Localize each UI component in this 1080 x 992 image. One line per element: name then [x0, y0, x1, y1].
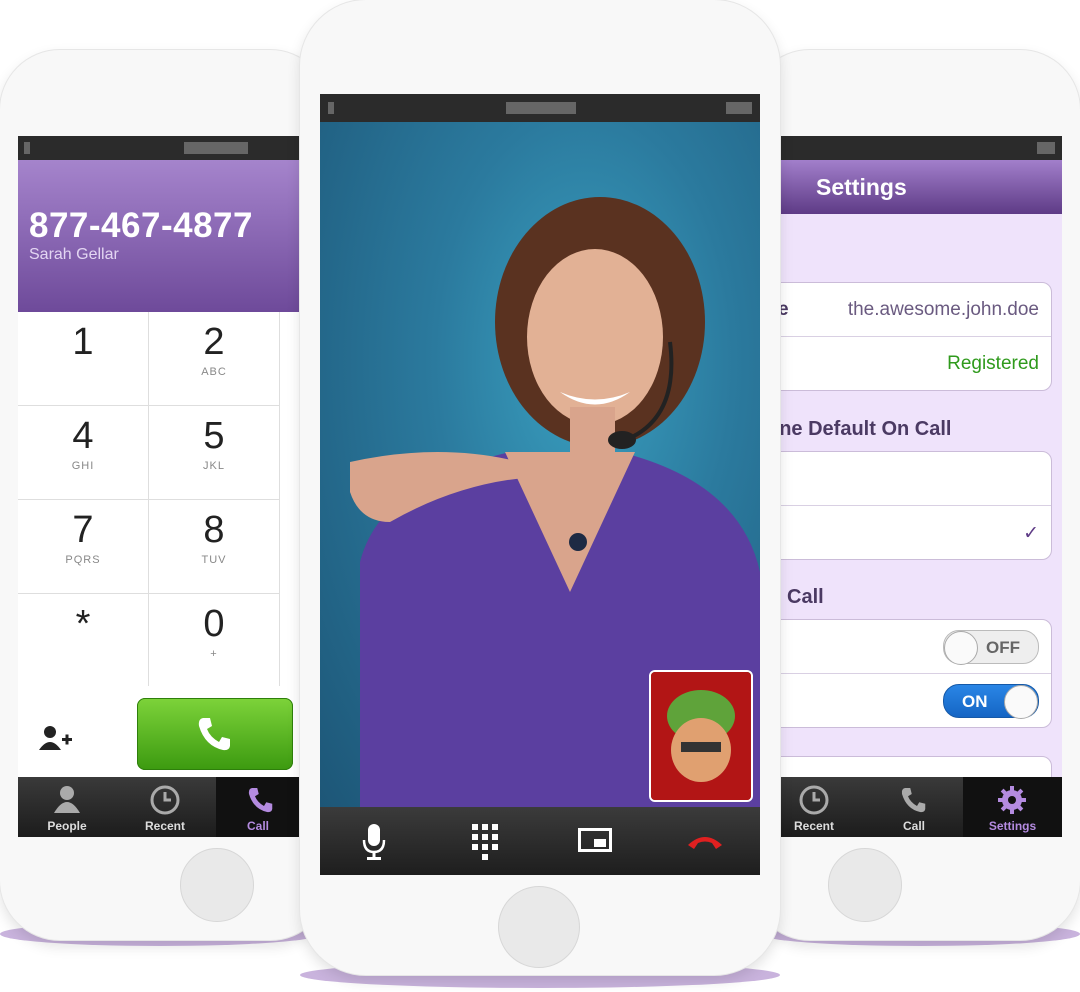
checkmark-icon: ✓: [1023, 523, 1039, 544]
call-controls: [320, 807, 760, 875]
home-button[interactable]: [828, 848, 902, 922]
tab-people[interactable]: People: [18, 777, 116, 837]
settings-title: Settings: [816, 174, 907, 200]
status-row: Registered: [779, 337, 1051, 390]
video-call-screen: [320, 94, 760, 875]
status-bar: [18, 136, 300, 160]
tab-bar: Recent Call Settings: [779, 777, 1062, 837]
home-button[interactable]: [498, 886, 580, 968]
hang-up-icon[interactable]: [686, 831, 724, 856]
tab-bar: People Recent Call: [18, 777, 300, 837]
keypad-icon[interactable]: [472, 824, 500, 865]
key-0[interactable]: 0 +: [149, 594, 280, 688]
clock-icon: [799, 785, 829, 815]
key-7[interactable]: 7 PQRS: [18, 500, 149, 594]
status-bar: [320, 94, 760, 122]
option-row[interactable]: [779, 452, 1051, 506]
call-toggles-group: OFF ON: [779, 619, 1052, 728]
section-call: Call: [787, 586, 824, 608]
tab-recent[interactable]: Recent: [116, 777, 214, 837]
self-view-thumbnail[interactable]: [649, 670, 753, 802]
key-2[interactable]: 2 ABC: [149, 312, 280, 406]
call-button[interactable]: [137, 698, 293, 770]
settings-screen: Settings e the.awesome.john.doe Register…: [779, 136, 1062, 837]
account-group: e the.awesome.john.doe Registered: [779, 282, 1052, 391]
phone-icon: [901, 788, 926, 813]
username-value: the.awesome.john.doe: [847, 299, 1039, 320]
person-icon: [54, 786, 80, 813]
right-phone: Settings e the.awesome.john.doe Register…: [750, 50, 1080, 940]
tab-recent[interactable]: Recent: [779, 777, 849, 837]
section-default-on-call: one Default On Call: [779, 418, 952, 440]
gear-icon: [998, 786, 1026, 814]
key-5[interactable]: 5 JKL: [149, 406, 280, 500]
contact-name: Sarah Gellar: [29, 246, 119, 263]
phone-icon: [198, 718, 230, 751]
key-8[interactable]: 8 TUV: [149, 500, 280, 594]
pip-icon[interactable]: [578, 828, 612, 859]
toggle-on[interactable]: ON: [943, 684, 1039, 719]
phone-icon: [248, 788, 273, 813]
settings-header: Settings: [779, 160, 1062, 214]
dialer-header: 877-467-4877 Sarah Gellar: [18, 160, 300, 312]
dialer-actions: [18, 686, 300, 779]
key-1[interactable]: 1: [18, 312, 149, 406]
status-bar: [779, 136, 1062, 160]
account-row[interactable]: e the.awesome.john.doe: [779, 283, 1051, 337]
left-phone: 877-467-4877 Sarah Gellar 1 2 ABC 4 GHI 5J…: [0, 50, 330, 940]
keypad: 1 2 ABC 4 GHI 5 JKL 7 PQRS 8 TUV * 0 +: [18, 312, 300, 688]
toggle-off[interactable]: OFF: [943, 630, 1039, 665]
microphone-icon[interactable]: [362, 824, 386, 865]
center-phone: [300, 0, 780, 975]
registration-status: Registered: [947, 353, 1039, 374]
home-button[interactable]: [180, 848, 254, 922]
option-row-selected[interactable]: ✓: [779, 506, 1051, 559]
key-4[interactable]: 4 GHI: [18, 406, 149, 500]
dialer-screen: 877-467-4877 Sarah Gellar 1 2 ABC 4 GHI 5J…: [18, 136, 300, 837]
self-view-figure: [651, 672, 751, 800]
tab-settings[interactable]: Settings: [963, 777, 1062, 837]
key-star[interactable]: *: [18, 594, 149, 688]
toggle-row-on: ON: [779, 674, 1051, 727]
dialed-number: 877-467-4877: [29, 206, 253, 245]
toggle-row-off: OFF: [779, 620, 1051, 674]
tab-call[interactable]: Call: [865, 777, 963, 837]
add-contact-icon[interactable]: [38, 724, 74, 754]
clock-icon: [150, 785, 180, 815]
tab-call[interactable]: Call: [216, 777, 300, 837]
default-on-call-group: ✓: [779, 451, 1052, 560]
